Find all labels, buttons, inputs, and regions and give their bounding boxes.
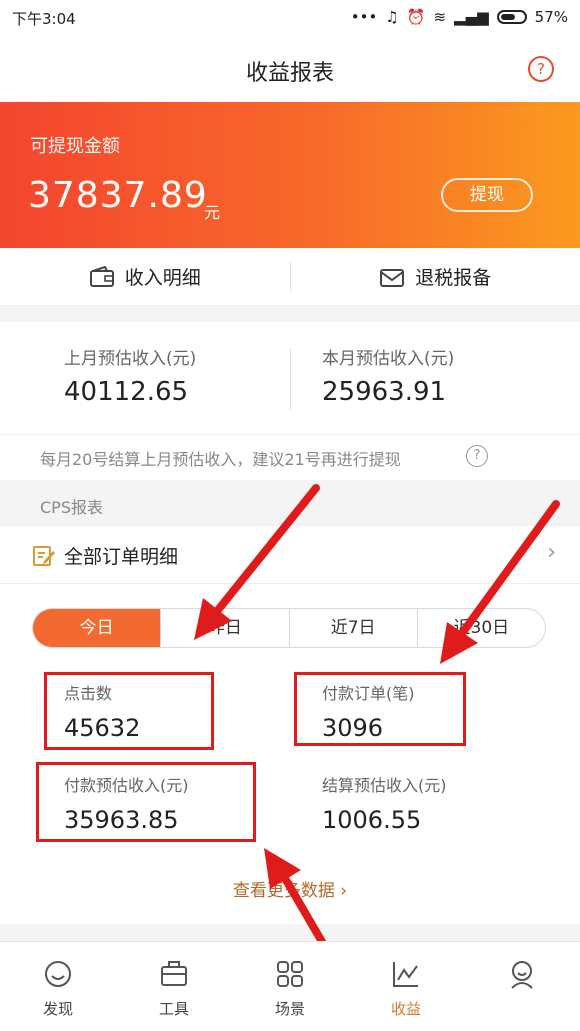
view-more-link[interactable]: 查看更多数据 ›	[0, 876, 580, 901]
metric-settled-estimate: 结算预估收入(元) 1006.55	[322, 772, 447, 834]
section-title: CPS报表	[40, 498, 103, 517]
battery-icon	[496, 10, 527, 24]
highlight-box	[36, 762, 256, 842]
notice-help-icon[interactable]: ?	[466, 445, 488, 467]
balance-unit: 元	[204, 203, 221, 222]
tab-label: 工具	[158, 1000, 189, 1018]
smile-icon	[45, 961, 71, 987]
income-detail-label: 收入明细	[124, 267, 201, 289]
tax-report-button[interactable]: 退税报备	[291, 248, 580, 305]
settlement-notice: 每月20号结算上月预估收入，建议21号再进行提现 ?	[0, 434, 580, 480]
estimate-label: 上月预估收入(元)	[64, 349, 197, 369]
nav-bar: 收益报表 ?	[0, 36, 580, 102]
view-more-label: 查看更多数据	[232, 881, 335, 901]
income-detail-button[interactable]: 收入明细	[0, 248, 290, 305]
tab-label: 场景	[274, 1000, 305, 1018]
edit-icon	[33, 546, 55, 566]
tab-yesterday[interactable]: 昨日	[160, 609, 288, 647]
metric-value: 1006.55	[322, 806, 422, 834]
tax-report-label: 退税报备	[415, 267, 492, 289]
grid-icon	[277, 961, 303, 987]
bottom-tab-bar: 发现 工具 场景 收益	[0, 941, 580, 1031]
chart-icon	[393, 962, 418, 987]
tab-30-days[interactable]: 近30日	[416, 609, 545, 647]
all-orders-label: 全部订单明细	[64, 546, 179, 568]
last-month-estimate: 上月预估收入(元) 40112.65	[64, 344, 196, 407]
chevron-right-icon: ›	[340, 881, 348, 901]
alarm-icon: ⏰	[406, 8, 426, 26]
notice-text: 每月20号结算上月预估收入，建议21号再进行提现	[40, 450, 401, 469]
wallet-icon	[89, 265, 114, 287]
withdraw-button[interactable]: 提现	[441, 178, 533, 212]
tab-label: 发现	[42, 1000, 73, 1018]
tab-today[interactable]: 今日	[33, 609, 161, 647]
tab-discover[interactable]: 发现	[0, 942, 116, 1031]
highlight-box	[294, 672, 466, 746]
balance-amount: 37837.89	[28, 175, 208, 216]
this-month-estimate: 本月预估收入(元) 25963.91	[322, 344, 454, 407]
divider	[290, 348, 291, 410]
tab-label: 收益	[390, 1000, 421, 1018]
estimate-panel: 上月预估收入(元) 40112.65 本月预估收入(元) 25963.91	[0, 322, 580, 434]
wifi-icon: ≋	[433, 8, 447, 26]
highlight-box	[44, 672, 214, 750]
user-icon	[511, 961, 533, 989]
quick-actions: 收入明细 退税报备	[0, 248, 580, 306]
mail-icon	[380, 268, 405, 287]
estimate-value: 25963.91	[322, 377, 447, 407]
tab-scenes[interactable]: 场景	[232, 942, 348, 1031]
stats-card: 今日 昨日 近7日 近30日 点击数 45632 付款订单(笔) 3096 付款…	[0, 584, 580, 924]
chevron-right-icon: ›	[547, 540, 556, 565]
headset-icon: ♫	[385, 8, 399, 26]
more-dots-icon: •••	[350, 8, 378, 26]
tab-profile[interactable]	[464, 942, 580, 1031]
estimate-value: 40112.65	[64, 377, 189, 407]
status-icons: ••• ♫ ⏰ ≋ ▂▄▆ 57%	[351, 8, 568, 26]
page-title: 收益报表	[245, 61, 334, 86]
all-orders-row[interactable]: 全部订单明细 ›	[0, 526, 580, 584]
estimate-label: 本月预估收入(元)	[322, 349, 455, 369]
tab-earnings[interactable]: 收益	[348, 942, 464, 1031]
tab-7-days[interactable]: 近7日	[288, 609, 417, 647]
balance-banner: 可提现金额 37837.89 元 提现	[0, 102, 580, 248]
tab-tools[interactable]: 工具	[116, 942, 232, 1031]
battery-percent: 57%	[534, 8, 568, 26]
status-bar: 下午3:04 ••• ♫ ⏰ ≋ ▂▄▆ 57%	[0, 0, 580, 36]
signal-icon: ▂▄▆	[454, 8, 489, 26]
briefcase-icon	[161, 961, 187, 986]
metric-label: 结算预估收入(元)	[322, 776, 447, 795]
help-icon[interactable]: ?	[528, 56, 554, 82]
balance-label: 可提现金额	[30, 136, 120, 157]
status-time: 下午3:04	[12, 10, 76, 28]
date-range-tabs: 今日 昨日 近7日 近30日	[32, 608, 546, 648]
